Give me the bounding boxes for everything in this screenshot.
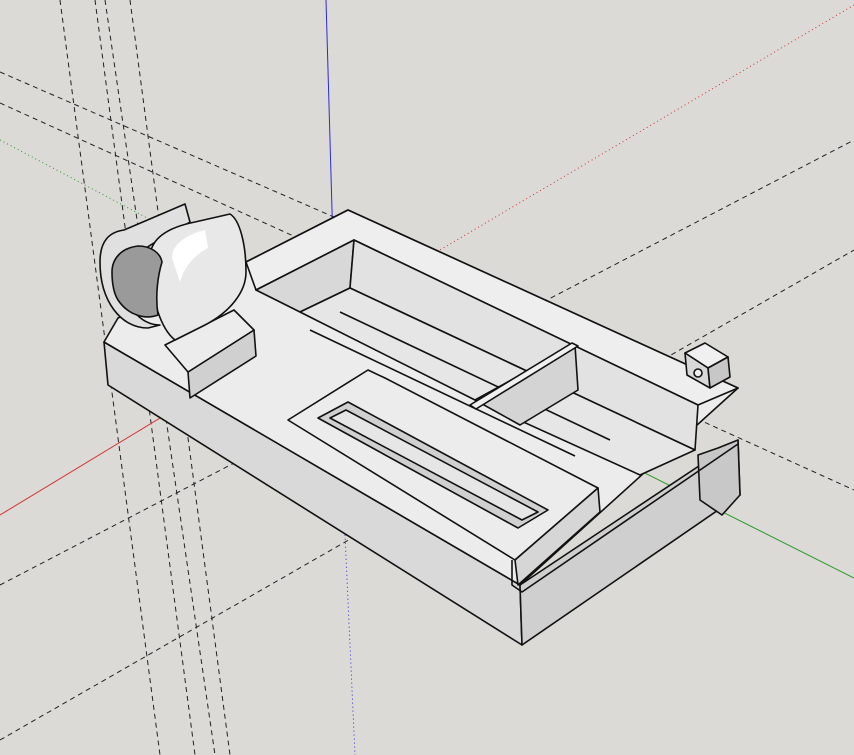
sketchup-viewport[interactable] — [0, 0, 854, 755]
model[interactable] — [99, 203, 741, 646]
right-leg[interactable] — [697, 439, 741, 516]
model-canvas[interactable] — [0, 0, 854, 755]
hex-nut-hole-icon — [693, 368, 703, 378]
